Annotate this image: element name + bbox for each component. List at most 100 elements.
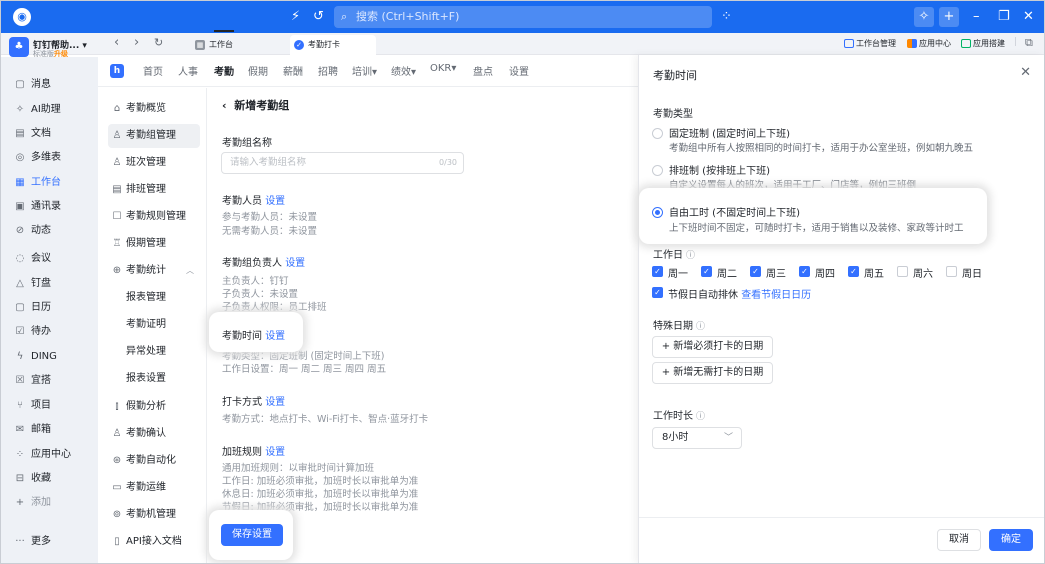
- radio-fixed-shift[interactable]: [652, 128, 663, 139]
- nav-recruit[interactable]: 招聘: [318, 63, 338, 78]
- sidebar-item-yida[interactable]: ☒ 宜搭: [13, 372, 51, 390]
- menu-shift-manage[interactable]: ♙ 班次管理: [108, 151, 200, 175]
- close-window-icon[interactable]: ✕: [1023, 9, 1034, 25]
- add-no-punch-date-button[interactable]: + 新增无需打卡的日期: [652, 362, 773, 384]
- menu-analysis[interactable]: ⫾ 假勤分析: [108, 395, 200, 419]
- sidebar-item-contacts[interactable]: ▣ 通讯录: [13, 198, 61, 216]
- menu-api-docs[interactable]: ▯ API接入文档: [108, 530, 200, 554]
- menu-statistics[interactable]: ⊕ 考勤统计 ︿: [108, 259, 200, 283]
- overtime-set-link[interactable]: 设置: [265, 447, 285, 458]
- sidebar-item-mail[interactable]: ✉ 邮箱: [13, 421, 51, 439]
- sidebar-item-drive[interactable]: △ 钉盘: [13, 275, 51, 293]
- refresh-icon[interactable]: ↻: [154, 36, 163, 49]
- sidebar-item-favorites[interactable]: ⊟ 收藏: [13, 470, 51, 488]
- tab-attendance[interactable]: ✓ 考勤打卡: [290, 35, 376, 55]
- apps-grid-icon[interactable]: ⁘: [721, 9, 732, 25]
- add-must-punch-date-button[interactable]: + 新增必须打卡的日期: [652, 336, 773, 358]
- radio-free-hours[interactable]: [652, 207, 663, 218]
- cancel-button[interactable]: 取消: [937, 529, 981, 551]
- sidebar-item-more[interactable]: ··· 更多: [13, 533, 51, 551]
- menu-schedule-manage[interactable]: ▤ 排班管理: [108, 178, 200, 202]
- menu-label: 考勤组管理: [126, 130, 176, 141]
- menu-automation[interactable]: ⊛ 考勤自动化: [108, 449, 200, 473]
- app-build-link[interactable]: 应用搭建: [961, 38, 1005, 49]
- checkbox-saturday[interactable]: [897, 266, 908, 277]
- nav-attendance[interactable]: 考勤: [214, 63, 234, 78]
- nav-salary[interactable]: 薪酬: [283, 63, 303, 78]
- back-chevron-icon[interactable]: ‹: [222, 99, 227, 112]
- sidebar-item-docs[interactable]: ▤ 文档: [13, 125, 51, 143]
- radio-rotating-shift[interactable]: [652, 165, 663, 176]
- nav-inventory[interactable]: 盘点: [473, 63, 493, 78]
- sidebar-item-messages[interactable]: ▢ 消息: [13, 76, 51, 94]
- sidebar-item-calendar[interactable]: ▢ 日历: [13, 299, 51, 317]
- menu-ops[interactable]: ▭ 考勤运维: [108, 476, 200, 500]
- sidebar-item-ai[interactable]: ✧ AI助理: [13, 101, 61, 119]
- sidebar-item-project[interactable]: ⑂ 项目: [13, 397, 51, 415]
- menu-report-manage[interactable]: 报表管理: [108, 286, 200, 310]
- tab-workbench[interactable]: ▦ 工作台: [191, 35, 233, 55]
- label-wednesday: 周三: [766, 269, 786, 280]
- menu-confirm[interactable]: ♙ 考勤确认: [108, 422, 200, 446]
- ai-assistant-button[interactable]: ✧: [914, 7, 934, 27]
- holiday-calendar-link[interactable]: 查看节假日日历: [741, 290, 811, 301]
- menu-exception[interactable]: 异常处理: [108, 340, 200, 364]
- info-icon[interactable]: ⓘ: [686, 251, 695, 261]
- save-settings-button[interactable]: 保存设置: [221, 524, 283, 546]
- checkbox-monday[interactable]: ✓: [652, 266, 663, 277]
- menu-holiday-manage[interactable]: ♖ 假期管理: [108, 232, 200, 256]
- checkbox-tuesday[interactable]: ✓: [701, 266, 712, 277]
- nav-okr[interactable]: OKR▾: [430, 63, 456, 74]
- owner-set-link[interactable]: 设置: [285, 258, 305, 269]
- sidebar-item-feed[interactable]: ⊘ 动态: [13, 222, 51, 240]
- menu-attendance-proof[interactable]: 考勤证明: [108, 313, 200, 337]
- back-icon[interactable]: ‹: [114, 35, 119, 50]
- nav-performance[interactable]: 绩效▾: [391, 63, 416, 78]
- checkbox-sunday[interactable]: [946, 266, 957, 277]
- app-center-link[interactable]: 应用中心: [907, 38, 951, 49]
- checkbox-wednesday[interactable]: ✓: [750, 266, 761, 277]
- copy-window-icon[interactable]: ⧉: [1025, 36, 1033, 50]
- group-name-input[interactable]: 请输入考勤组名称 0/30: [221, 152, 464, 174]
- checkbox-holiday-rest[interactable]: ✓: [652, 287, 663, 298]
- global-search-input[interactable]: ⌕ 搜索 (Ctrl+Shift+F): [334, 6, 712, 28]
- sidebar-item-workbench[interactable]: ▦ 工作台: [13, 174, 61, 192]
- nav-home[interactable]: 首页: [143, 63, 163, 78]
- minimize-icon[interactable]: –: [973, 9, 980, 25]
- menu-report-settings[interactable]: 报表设置: [108, 367, 200, 391]
- time-set-link[interactable]: 设置: [265, 331, 285, 342]
- add-button[interactable]: +: [939, 7, 959, 27]
- checkbox-thursday[interactable]: ✓: [799, 266, 810, 277]
- confirm-button[interactable]: 确定: [989, 529, 1033, 551]
- checkbox-friday[interactable]: ✓: [848, 266, 859, 277]
- workbench-manage-link[interactable]: 工作台管理: [844, 38, 896, 49]
- sidebar-item-todo[interactable]: ☑ 待办: [13, 323, 51, 341]
- info-icon[interactable]: ⓘ: [696, 412, 705, 422]
- menu-group-manage[interactable]: ♙ 考勤组管理: [108, 124, 200, 148]
- nav-settings[interactable]: 设置: [509, 63, 529, 78]
- duration-select[interactable]: 8小时 ﹀: [652, 427, 742, 449]
- sidebar-item-ding[interactable]: ϟ DING: [13, 348, 57, 366]
- meeting-icon: ◌: [15, 253, 25, 264]
- members-set-link[interactable]: 设置: [265, 196, 285, 207]
- nav-people[interactable]: 人事: [178, 63, 198, 78]
- sparkle-icon[interactable]: ⚡: [291, 9, 300, 25]
- sidebar-item-app-center[interactable]: ⁘ 应用中心: [13, 446, 71, 464]
- menu-overview[interactable]: ⌂ 考勤概览: [108, 97, 200, 121]
- close-icon[interactable]: ✕: [1020, 65, 1031, 80]
- nav-training[interactable]: 培训▾: [352, 63, 377, 78]
- sidebar-item-add[interactable]: + 添加: [13, 494, 51, 512]
- menu-label: API接入文档: [126, 536, 182, 547]
- menu-machine[interactable]: ⊚ 考勤机管理: [108, 503, 200, 527]
- forward-icon[interactable]: ›: [134, 35, 139, 50]
- menu-rule-manage[interactable]: ☐ 考勤规则管理: [108, 205, 200, 229]
- nav-leave[interactable]: 假期: [248, 63, 268, 78]
- restore-icon[interactable]: ❐: [998, 9, 1010, 25]
- history-icon[interactable]: ↺: [313, 9, 324, 25]
- sidebar-item-multitable[interactable]: ◎ 多维表: [13, 149, 61, 167]
- menu-label: 考勤确认: [126, 428, 166, 439]
- sidebar-item-meeting[interactable]: ◌ 会议: [13, 250, 51, 268]
- info-icon[interactable]: ⓘ: [696, 322, 705, 332]
- dingtalk-logo-icon: ◉: [13, 8, 31, 26]
- punch-set-link[interactable]: 设置: [265, 397, 285, 408]
